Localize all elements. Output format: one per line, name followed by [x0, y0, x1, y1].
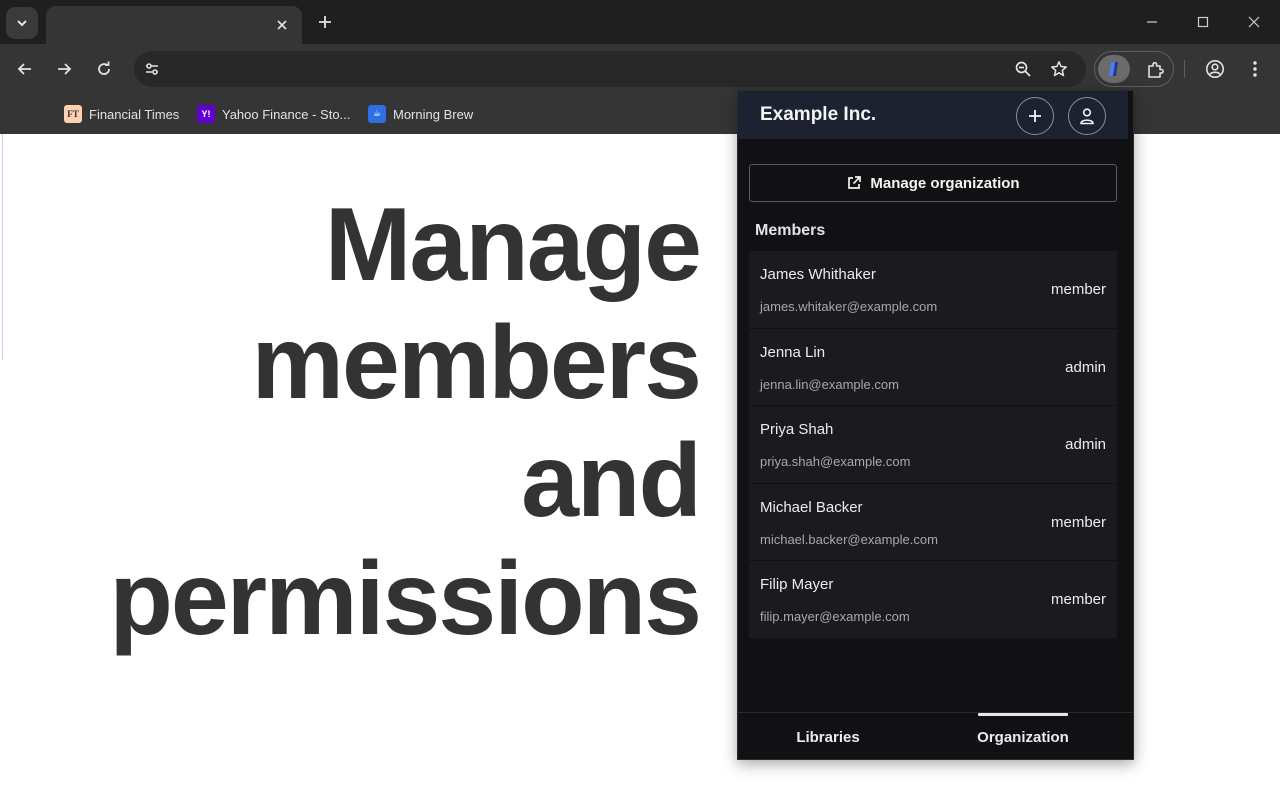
minimize-icon	[1147, 21, 1157, 23]
page-edge-line	[2, 134, 3, 360]
tune-icon	[146, 63, 158, 75]
extension-action-button[interactable]	[1098, 55, 1130, 83]
active-tab[interactable]	[46, 6, 302, 44]
member-email: jenna.lin@example.com	[760, 376, 899, 392]
star-icon	[1051, 61, 1067, 77]
extension-logo-icon	[1109, 62, 1118, 76]
extensions-menu-button[interactable]	[1141, 56, 1169, 84]
member-role: admin	[1065, 436, 1106, 454]
plus-icon	[1029, 110, 1041, 122]
close-icon	[277, 20, 287, 30]
profile-button[interactable]	[1201, 55, 1229, 83]
zoom-button[interactable]	[1011, 57, 1035, 81]
member-row[interactable]: Priya Shah priya.shah@example.com admin	[749, 406, 1117, 484]
bookmark-star-button[interactable]	[1047, 57, 1071, 81]
account-circle-icon	[1206, 60, 1224, 78]
browser-toolbar	[0, 44, 1280, 94]
close-icon	[1248, 16, 1260, 28]
hero-line: members	[251, 305, 702, 421]
popup-header: Example Inc.	[738, 91, 1128, 139]
member-name: Michael Backer	[760, 498, 863, 516]
extension-popup: Example Inc. Manage organization Members…	[737, 90, 1134, 760]
tab-strip	[0, 0, 1280, 44]
maximize-button[interactable]	[1188, 8, 1218, 36]
reload-button[interactable]	[90, 55, 118, 83]
manage-organization-button[interactable]: Manage organization	[749, 164, 1117, 202]
more-vert-icon	[1253, 61, 1257, 77]
member-row[interactable]: Jenna Lin jenna.lin@example.com admin	[749, 328, 1117, 407]
member-role: member	[1050, 281, 1106, 298]
maximize-icon	[1197, 16, 1209, 28]
bookmark-label: Yahoo Finance - Sto...	[222, 106, 351, 122]
member-row[interactable]: James Whithaker james.whitaker@example.c…	[749, 251, 1117, 329]
site-settings-icon[interactable]	[140, 57, 164, 81]
extensions-pill	[1094, 51, 1174, 87]
hero-heading: Manage members and permissions	[40, 186, 702, 658]
member-name: Priya Shah	[760, 421, 834, 439]
tab-organization[interactable]: Organization	[933, 713, 1113, 759]
member-name: Jenna Lin	[760, 343, 826, 361]
popup-bottom-tabs: Libraries Organization	[738, 712, 1133, 759]
members-heading: Members	[755, 222, 826, 239]
new-tab-button[interactable]	[312, 9, 338, 35]
forward-button[interactable]	[50, 55, 78, 83]
member-email: michael.backer@example.com	[760, 531, 938, 547]
bookmark-morning-brew[interactable]: ☕ Morning Brew	[368, 102, 473, 126]
member-role: member	[1050, 591, 1106, 609]
tab-libraries[interactable]: Libraries	[738, 713, 918, 759]
bookmark-label: Morning Brew	[393, 106, 474, 122]
tab-search-button[interactable]	[6, 7, 38, 39]
reload-icon	[98, 61, 110, 75]
account-button[interactable]	[1068, 97, 1106, 135]
zoom-out-icon	[1015, 61, 1031, 77]
toolbar-separator	[1184, 60, 1185, 78]
arrow-left-icon	[17, 63, 31, 75]
morning-brew-favicon: ☕	[368, 105, 386, 123]
back-button[interactable]	[11, 55, 39, 83]
member-row[interactable]: Filip Mayer filip.mayer@example.com memb…	[749, 561, 1117, 639]
member-row[interactable]: Michael Backer michael.backer@example.co…	[749, 483, 1117, 562]
tab-close-button[interactable]	[272, 15, 292, 35]
hero-line: and	[521, 423, 702, 539]
hero-line: permissions	[109, 541, 702, 657]
add-button[interactable]	[1016, 97, 1054, 135]
arrow-right-icon	[58, 63, 72, 75]
minimize-button[interactable]	[1137, 8, 1167, 36]
chevron-down-icon	[17, 20, 27, 27]
manage-organization-label: Manage organization	[870, 174, 1020, 192]
yahoo-favicon: Y!	[197, 105, 215, 123]
window-close-button[interactable]	[1239, 8, 1269, 36]
hero-line: Manage	[324, 187, 702, 303]
member-name: Filip Mayer	[760, 576, 834, 594]
ft-favicon: FT	[64, 105, 82, 123]
member-role: admin	[1065, 358, 1106, 376]
external-link-icon	[848, 176, 862, 189]
members-list: James Whithaker james.whitaker@example.c…	[749, 251, 1117, 639]
member-role: member	[1050, 513, 1106, 531]
puzzle-icon	[1148, 61, 1164, 78]
member-name: James Whithaker	[760, 266, 876, 283]
member-email: priya.shah@example.com	[760, 454, 911, 470]
bookmark-yahoo-finance[interactable]: Y! Yahoo Finance - Sto...	[197, 102, 350, 126]
active-tab-indicator	[978, 713, 1068, 716]
user-icon	[1080, 108, 1094, 125]
bookmark-financial-times[interactable]: FT Financial Times	[64, 102, 179, 126]
organization-name: Example Inc.	[760, 104, 877, 125]
member-email: filip.mayer@example.com	[760, 609, 910, 625]
member-email: james.whitaker@example.com	[760, 299, 938, 314]
address-bar[interactable]	[134, 51, 1086, 87]
browser-menu-button[interactable]	[1241, 55, 1269, 83]
plus-icon	[319, 16, 331, 28]
bookmark-label: Financial Times	[89, 106, 180, 122]
